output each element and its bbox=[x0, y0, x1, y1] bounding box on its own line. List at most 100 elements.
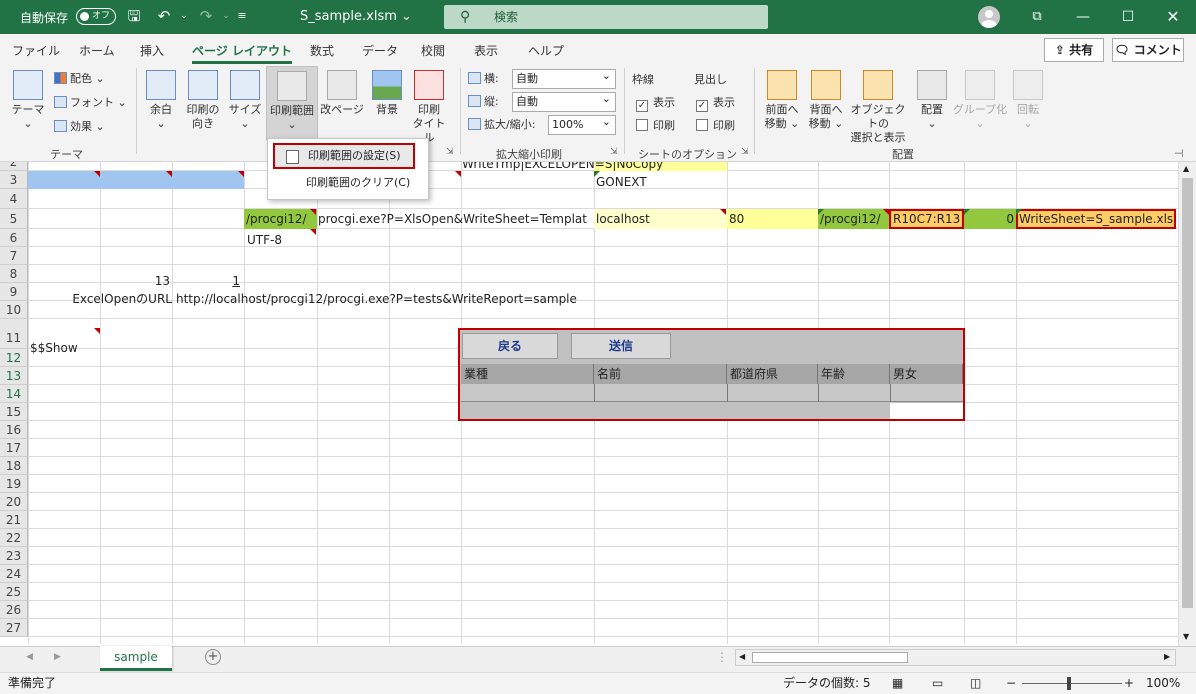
bring-forward-button[interactable]: 前面へ 移動 ⌄ bbox=[760, 70, 804, 131]
row-header[interactable]: 24 bbox=[0, 565, 28, 583]
prev-sheet-icon[interactable]: ◀ bbox=[26, 652, 33, 662]
scroll-left-icon[interactable]: ◀ bbox=[739, 652, 745, 661]
zoom-slider[interactable] bbox=[1022, 683, 1122, 684]
size-button[interactable]: サイズ ⌄ bbox=[226, 70, 264, 131]
next-sheet-icon[interactable]: ▶ bbox=[54, 652, 61, 662]
cell-r5-h[interactable]: WriteSheet=S_sample.xls bbox=[1019, 210, 1174, 228]
sheet-tab-sample[interactable]: sample bbox=[100, 646, 172, 671]
redo-icon[interactable]: ↷ bbox=[196, 6, 216, 26]
tab-view[interactable]: 表示 bbox=[474, 42, 498, 59]
rotate-button[interactable]: 回転 ⌄ bbox=[1010, 70, 1046, 131]
horizontal-scrollbar[interactable]: ◀ ▶ bbox=[735, 649, 1176, 666]
customize-icon[interactable]: ≡ bbox=[232, 6, 252, 26]
fonts-button[interactable]: フォント ⌄ bbox=[54, 96, 127, 110]
user-avatar[interactable] bbox=[978, 6, 1000, 28]
row-header[interactable]: 23 bbox=[0, 547, 28, 565]
send-backward-button[interactable]: 背面へ 移動 ⌄ bbox=[804, 70, 848, 131]
cell-r8-c[interactable]: 1 bbox=[174, 272, 240, 290]
row-header[interactable]: 16 bbox=[0, 421, 28, 439]
row-header[interactable]: 25 bbox=[0, 583, 28, 601]
zoom-level[interactable]: 100% bbox=[1146, 673, 1180, 694]
form-row-1[interactable] bbox=[461, 384, 963, 402]
gridlines-print-checkbox[interactable]: 印刷 bbox=[636, 119, 675, 133]
headings-print-checkbox[interactable]: 印刷 bbox=[696, 119, 735, 133]
row-header[interactable]: 4 bbox=[0, 189, 28, 209]
row-header[interactable]: 12 bbox=[0, 349, 28, 367]
share-button[interactable]: ⇪ 共有 bbox=[1044, 38, 1104, 62]
maximize-icon[interactable]: ☐ bbox=[1105, 0, 1151, 34]
print-area-button[interactable]: 印刷範囲 ⌄ bbox=[266, 66, 318, 140]
page-break-view-icon[interactable]: ◫ bbox=[970, 673, 981, 694]
row-header[interactable]: 5 bbox=[0, 209, 28, 229]
row-header[interactable]: 20 bbox=[0, 493, 28, 511]
collapse-ribbon-icon[interactable]: ⊣ bbox=[1174, 147, 1184, 160]
tab-formulas[interactable]: 数式 bbox=[310, 42, 334, 59]
height-select[interactable]: 自動 bbox=[512, 90, 616, 112]
cell-r9-label[interactable]: ExcelOpenのURL bbox=[30, 290, 172, 308]
send-button[interactable]: 送信 bbox=[571, 333, 671, 359]
cell-r3-gonext[interactable]: GONEXT bbox=[596, 173, 647, 191]
themes-button[interactable]: テーマ ⌄ bbox=[8, 70, 48, 131]
undo-dropdown-icon[interactable]: ⌄ bbox=[174, 6, 194, 26]
row-header[interactable]: 21 bbox=[0, 511, 28, 529]
row-header[interactable]: 8 bbox=[0, 265, 28, 283]
width-select[interactable]: 自動 bbox=[512, 67, 616, 89]
row-header[interactable]: 13 bbox=[0, 367, 28, 385]
colors-button[interactable]: 配色 ⌄ bbox=[54, 72, 105, 86]
row-header[interactable]: 6 bbox=[0, 229, 28, 247]
row-header[interactable]: 14 bbox=[0, 385, 28, 403]
sheet-options-launcher-icon[interactable]: ⇲ bbox=[741, 147, 749, 157]
row-header[interactable]: 19 bbox=[0, 475, 28, 493]
row-header[interactable]: 9 bbox=[0, 283, 28, 301]
scale-launcher-icon[interactable]: ⇲ bbox=[610, 147, 618, 157]
save-icon[interactable]: 🖫 bbox=[124, 6, 144, 26]
row-header[interactable]: 18 bbox=[0, 457, 28, 475]
selection-pane-button[interactable]: オブジェクトの 選択と表示 bbox=[846, 70, 910, 145]
autosave-toggle[interactable]: オフ bbox=[76, 8, 116, 25]
form-input-cell[interactable] bbox=[890, 403, 963, 419]
row-header[interactable]: 7 bbox=[0, 247, 28, 265]
cell-r11[interactable]: $$Show bbox=[30, 339, 78, 357]
cell-r5-c[interactable]: localhost bbox=[596, 210, 650, 228]
row-header[interactable]: 27 bbox=[0, 619, 28, 637]
cell-r8-b[interactable]: 13 bbox=[102, 272, 170, 290]
row-header[interactable]: 3 bbox=[0, 171, 28, 189]
file-name[interactable]: S_sample.xlsm ⌄ bbox=[300, 9, 412, 24]
zoom-out-icon[interactable]: − bbox=[1006, 673, 1016, 694]
tab-review[interactable]: 校閲 bbox=[421, 42, 445, 59]
normal-view-icon[interactable]: ▦ bbox=[892, 673, 903, 694]
scroll-right-icon[interactable]: ▶ bbox=[1164, 652, 1170, 661]
group-button[interactable]: グループ化 ⌄ bbox=[952, 70, 1008, 131]
row-header[interactable]: 22 bbox=[0, 529, 28, 547]
tab-help[interactable]: ヘルプ bbox=[528, 42, 564, 59]
breaks-button[interactable]: 改ページ bbox=[320, 70, 364, 117]
row-header[interactable]: 17 bbox=[0, 439, 28, 457]
gridlines-view-checkbox[interactable]: ✓ 表示 bbox=[636, 96, 675, 112]
scroll-up-icon[interactable]: ▲ bbox=[1183, 164, 1189, 173]
close-icon[interactable]: ✕ bbox=[1150, 0, 1196, 34]
search-input[interactable]: ⚲ 検索 bbox=[444, 5, 768, 29]
cell-r5-a[interactable]: /procgi12/ bbox=[246, 210, 318, 228]
splitter-icon[interactable]: ⋮ bbox=[716, 650, 728, 664]
tab-insert[interactable]: 挿入 bbox=[140, 42, 164, 59]
align-button[interactable]: 配置 ⌄ bbox=[914, 70, 950, 131]
zoom-slider-thumb[interactable] bbox=[1067, 677, 1071, 690]
scroll-thumb[interactable] bbox=[752, 652, 908, 663]
clear-print-area-item[interactable]: 印刷範囲のクリア(C) bbox=[271, 171, 427, 197]
set-print-area-item[interactable]: 印刷範囲の設定(S) bbox=[273, 143, 415, 169]
scale-input[interactable]: 100% bbox=[548, 113, 616, 135]
row-header[interactable]: 10 bbox=[0, 301, 28, 319]
ribbon-display-icon[interactable]: ⧉ bbox=[1014, 0, 1060, 34]
row-header[interactable]: 15 bbox=[0, 403, 28, 421]
worksheet-grid[interactable]: 2 3 4 5 6 7 8 9 10 11 12 13 14 15 16 17 18 19 20 21 22 23 24 25… bbox=[0, 162, 1178, 644]
minimize-icon[interactable]: — bbox=[1060, 0, 1106, 34]
tab-home[interactable]: ホーム bbox=[79, 42, 115, 59]
headings-view-checkbox[interactable]: ✓ 表示 bbox=[696, 96, 735, 112]
cell-r6[interactable]: UTF-8 bbox=[247, 231, 282, 249]
comment-button[interactable]: 🗨 コメント bbox=[1112, 38, 1184, 62]
cell-r5-e[interactable]: /procgi12/ bbox=[820, 210, 889, 228]
undo-icon[interactable]: ↶ bbox=[154, 6, 174, 26]
scroll-down-icon[interactable]: ▼ bbox=[1183, 632, 1189, 641]
effects-button[interactable]: 効果 ⌄ bbox=[54, 120, 105, 134]
tab-file[interactable]: ファイル bbox=[12, 42, 60, 59]
